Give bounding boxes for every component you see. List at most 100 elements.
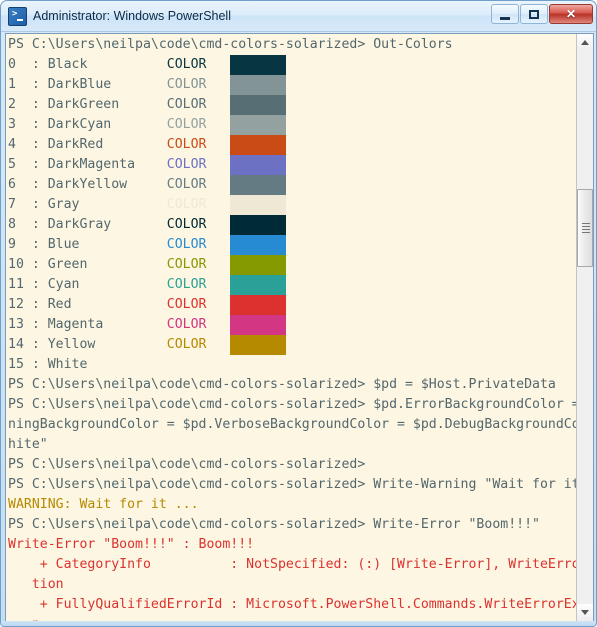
close-icon: ✕ (565, 7, 577, 21)
color-row: 13 : Magenta COLOR (8, 315, 577, 335)
color-swatch (230, 95, 287, 115)
color-name: DarkGreen (47, 97, 167, 112)
color-index: 8 : (8, 217, 48, 232)
powershell-icon: > (8, 6, 27, 26)
window-controls: ✕ (490, 4, 593, 24)
color-gap (207, 177, 231, 192)
maximize-button[interactable] (520, 4, 548, 24)
console-output[interactable]: PS C:\Users\neilpa\code\cmd-colors-solar… (6, 34, 577, 621)
color-label: COLOR (166, 317, 207, 332)
maximize-icon (521, 5, 547, 23)
command-text: Out-Colors (365, 37, 453, 52)
color-name: Black (47, 57, 167, 72)
color-name: DarkCyan (47, 117, 167, 132)
scroll-thumb[interactable] (577, 189, 593, 267)
grip-icon (582, 223, 590, 233)
color-gap (207, 257, 231, 272)
console-prompt-line: PS C:\Users\neilpa\code\cmd-colors-solar… (8, 375, 577, 395)
prompt-path: PS C:\Users\neilpa\code\cmd-colors-solar… (8, 457, 366, 472)
color-index: 12 : (8, 297, 48, 312)
window-title: Administrator: Windows PowerShell (33, 9, 231, 23)
color-swatch (230, 295, 287, 315)
warning-line: WARNING: Wait for it ... (8, 497, 199, 512)
error-line: + FullyQualifiedErrorId : Microsoft.Powe… (8, 597, 577, 612)
color-row: 7 : Gray COLOR (8, 195, 577, 215)
color-label: COLOR (166, 77, 207, 92)
scroll-down-button[interactable] (577, 604, 593, 621)
command-text: Write-Warning "Wait for it ..." (373, 477, 577, 492)
color-index: 4 : (8, 137, 48, 152)
console-scrollbar[interactable] (576, 34, 593, 621)
color-index: 2 : (8, 97, 48, 112)
console-prompt-line: PS C:\Users\neilpa\code\cmd-colors-solar… (8, 395, 577, 415)
color-gap (207, 77, 231, 92)
color-gap (207, 57, 231, 72)
minimize-icon (492, 5, 518, 23)
color-name: Red (47, 297, 167, 312)
color-swatch (230, 175, 287, 195)
color-row: 14 : Yellow COLOR (8, 335, 577, 355)
color-index: 11 : (8, 277, 48, 292)
color-index: 15 : (8, 357, 48, 372)
color-label: COLOR (166, 357, 207, 372)
window-bottom-edge (1, 621, 596, 626)
color-label: COLOR (166, 237, 207, 252)
command-text: $pd.ErrorBackgroundColor = $pd.War (373, 397, 577, 412)
color-swatch (230, 195, 287, 215)
color-label: COLOR (166, 177, 207, 192)
prompt-path: PS C:\Users\neilpa\code\cmd-colors-solar… (8, 37, 366, 52)
color-gap (207, 137, 231, 152)
prompt-path: PS C:\Users\neilpa\code\cmd-colors-solar… (8, 397, 366, 412)
color-index: 7 : (8, 197, 48, 212)
color-label: COLOR (166, 337, 207, 352)
color-index: 10 : (8, 257, 48, 272)
error-line: Write-Error "Boom!!!" : Boom!!! (8, 537, 255, 552)
command-text: Write-Error "Boom!!!" (365, 517, 540, 532)
prompt-path: PS C:\Users\neilpa\code\cmd-colors-solar… (8, 377, 366, 392)
color-swatch (230, 275, 287, 295)
color-index: 6 : (8, 177, 48, 192)
color-label: COLOR (166, 217, 207, 232)
color-name: Gray (47, 197, 167, 212)
console-prompt-line: PS C:\Users\neilpa\code\cmd-colors-solar… (8, 35, 577, 55)
color-label: COLOR (166, 57, 207, 72)
color-index: 5 : (8, 157, 48, 172)
console-prompt-line: PS C:\Users\neilpa\code\cmd-colors-solar… (8, 475, 577, 495)
color-label: COLOR (166, 197, 207, 212)
color-row: 4 : DarkRed COLOR (8, 135, 577, 155)
title-bar[interactable]: > Administrator: Windows PowerShell ✕ (1, 1, 596, 32)
color-label: COLOR (166, 117, 207, 132)
console-prompt-line: PS C:\Users\neilpa\code\cmd-colors-solar… (8, 455, 577, 475)
prompt-path: PS C:\Users\neilpa\code\cmd-colors-solar… (8, 517, 366, 532)
color-row: 3 : DarkCyan COLOR (8, 115, 577, 135)
color-gap (207, 357, 231, 372)
color-row: 1 : DarkBlue COLOR (8, 75, 577, 95)
color-index: 14 : (8, 337, 48, 352)
console-frame: PS C:\Users\neilpa\code\cmd-colors-solar… (5, 33, 594, 622)
color-index: 3 : (8, 117, 48, 132)
color-row: 12 : Red COLOR (8, 295, 577, 315)
color-swatch (230, 215, 287, 235)
color-name: DarkBlue (47, 77, 167, 92)
color-swatch (230, 75, 287, 95)
color-swatch (230, 335, 287, 355)
color-gap (207, 297, 231, 312)
color-index: 13 : (8, 317, 48, 332)
close-button[interactable]: ✕ (549, 4, 593, 24)
scroll-up-button[interactable] (577, 34, 593, 51)
command-text: $pd = $Host.PrivateData (365, 377, 556, 392)
color-gap (207, 157, 231, 172)
color-swatch (230, 155, 287, 175)
error-line: tion (8, 577, 64, 592)
color-name: White (47, 357, 167, 372)
color-name: DarkYellow (47, 177, 167, 192)
color-name: Green (47, 257, 167, 272)
color-swatch (230, 315, 287, 335)
chevron-down-icon (581, 610, 589, 615)
color-row: 8 : DarkGray COLOR (8, 215, 577, 235)
color-label: COLOR (166, 257, 207, 272)
minimize-button[interactable] (491, 4, 519, 24)
color-label: COLOR (166, 277, 207, 292)
console-prompt-line: PS C:\Users\neilpa\code\cmd-colors-solar… (8, 515, 577, 535)
prompt-chevron-glyph: > (12, 8, 18, 19)
